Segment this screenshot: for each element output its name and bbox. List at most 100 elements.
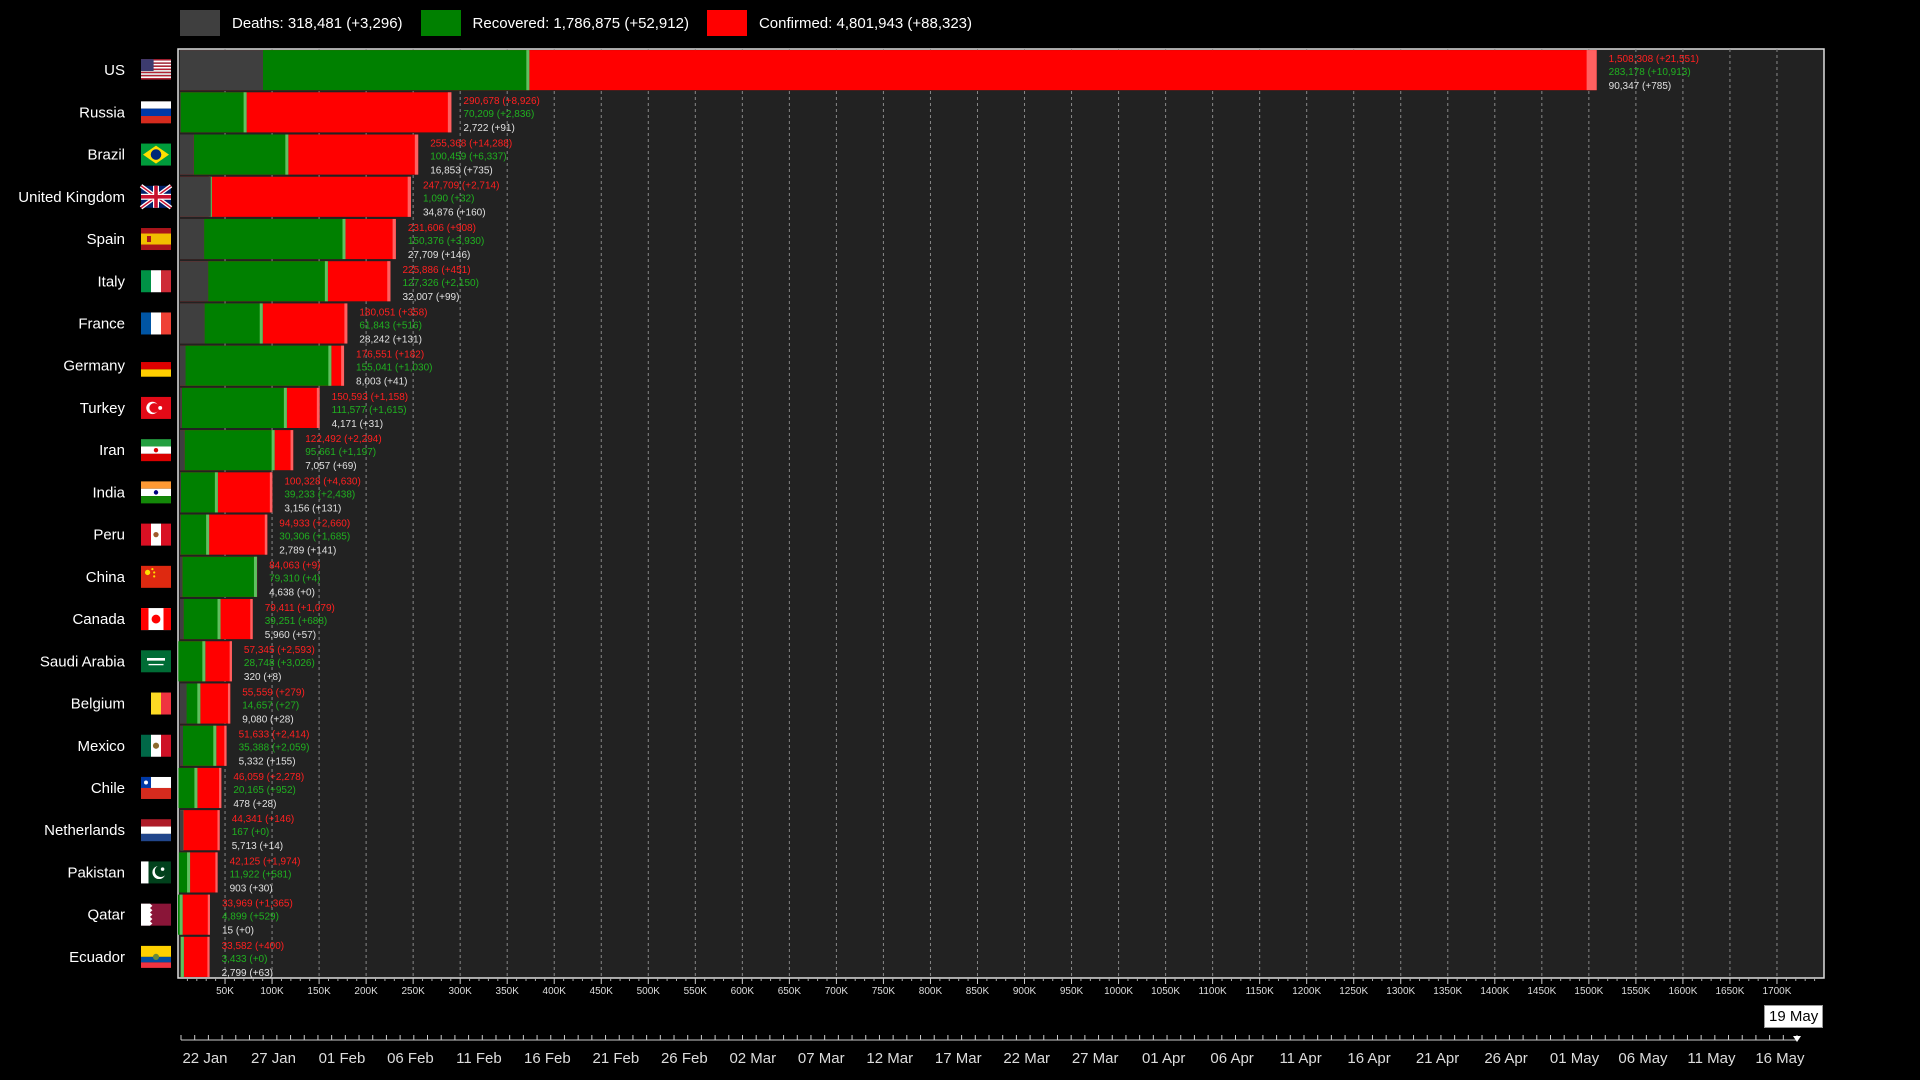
country-name: Spain	[87, 231, 125, 248]
xtick-label: 1500K	[1574, 986, 1603, 997]
flag-italy-icon	[141, 270, 171, 293]
flag-iran-icon	[141, 439, 171, 462]
xtick-label: 400K	[543, 986, 567, 997]
confirmed-bar-tip	[341, 345, 345, 386]
recovered-bar	[184, 430, 275, 471]
country-name: Brazil	[87, 147, 125, 164]
country-row-france: 180,051 (+358) 61,843 (+516) 28,242 (+131)…	[78, 303, 427, 345]
country-name: Mexico	[77, 738, 125, 755]
flag-part	[149, 403, 160, 413]
flag-chile-icon	[141, 776, 171, 799]
country-name: China	[86, 569, 126, 586]
recovered-value-label: 100,459 (+6,337)	[430, 151, 506, 162]
confirmed-bar-tip	[250, 599, 253, 640]
confirmed-bar-tip	[224, 725, 227, 766]
recovered-bar-tip	[217, 599, 221, 640]
country-row-peru: 94,933 (+2,660) 30,306 (+1,685) 2,789 (+14…	[93, 514, 350, 557]
confirmed-bar-tip	[1586, 50, 1597, 91]
confirmed-value-label: 57,345 (+2,593)	[244, 645, 315, 656]
xtick-label: 1050K	[1151, 986, 1180, 997]
flag-part	[141, 73, 171, 75]
deaths-bar	[180, 261, 209, 302]
recovered-value-label: 155,041 (+1,030)	[356, 363, 432, 374]
timeline-label: 16 Feb	[524, 1050, 571, 1067]
confirmed-bar-tip	[392, 218, 396, 260]
xtick-label: 1450K	[1527, 986, 1556, 997]
flag-us-icon	[141, 59, 171, 80]
timeline-label: 11 Apr	[1279, 1050, 1321, 1067]
deaths-bar	[180, 430, 185, 471]
timeline-label: 16 May	[1755, 1050, 1805, 1067]
deaths-value-label: 2,722 (+91)	[463, 123, 514, 134]
deaths-bar	[180, 599, 184, 640]
xtick-label: 650K	[778, 986, 802, 997]
recovered-bar	[180, 514, 210, 555]
confirmed-bar-tip	[387, 261, 391, 302]
timeline-label: 11 May	[1687, 1050, 1736, 1067]
flag-part	[141, 453, 171, 462]
flag-pakistan-icon	[141, 861, 171, 884]
flag-part	[141, 76, 171, 78]
flag-part	[141, 903, 150, 926]
xtick-label: 1650K	[1715, 986, 1744, 997]
timeline-label: 01 May	[1550, 1050, 1600, 1067]
country-row-turkey: 150,593 (+1,158) 111,577 (+1,615) 4,171 (+…	[80, 387, 408, 430]
flag-part	[141, 481, 171, 489]
flag-part	[141, 194, 171, 199]
country-row-belgium: 55,559 (+279) 14,657 (+27) 9,080 (+28) Belg…	[71, 683, 305, 725]
confirmed-bar-tip	[269, 472, 273, 513]
confirmed-value-label: 33,969 (+1,365)	[222, 899, 293, 910]
flag-part	[158, 405, 163, 410]
flag-part	[141, 312, 151, 335]
recovered-value-label: 11,922 (+581)	[230, 869, 292, 880]
country-row-spain: 231,606 (+908) 150,376 (+3,930) 27,709 (+1…	[87, 218, 484, 261]
timeline-label: 02 Mar	[729, 1050, 776, 1067]
recovered-bar-tip	[213, 725, 217, 766]
recovered-value-label: 35,388 (+2,059)	[239, 743, 310, 754]
confirmed-bar-tip	[207, 894, 210, 935]
flag-part	[141, 523, 151, 546]
confirmed-value-label: 290,678 (+8,926)	[463, 96, 539, 107]
flag-brazil-icon	[141, 143, 171, 166]
recovered-bar	[208, 261, 328, 302]
recovered-bar-tip	[283, 387, 287, 428]
recovered-bar-tip	[285, 134, 289, 175]
deaths-bar	[180, 134, 194, 175]
flag-mexico-icon	[141, 734, 171, 757]
recovered-value-label: 39,251 (+688)	[265, 616, 328, 627]
country-name: Canada	[72, 611, 125, 628]
country-name: Iran	[99, 442, 125, 459]
confirmed-value-label: 55,559 (+279)	[242, 687, 305, 698]
flag-india-icon	[141, 481, 171, 504]
recovered-value-label: 28,748 (+3,026)	[244, 658, 315, 669]
deaths-value-label: 16,853 (+735)	[430, 165, 493, 176]
flag-part	[141, 608, 149, 631]
deaths-value-label: 320 (+8)	[244, 672, 282, 683]
deaths-value-label: 15 (+0)	[222, 926, 254, 937]
recovered-bar-tip	[243, 92, 247, 133]
flag-part	[141, 439, 171, 447]
deaths-bar	[180, 556, 183, 597]
deaths-value-label: 5,713 (+14)	[232, 841, 283, 852]
flag-netherlands-icon	[141, 819, 171, 842]
confirmed-value-label: 247,709 (+2,714)	[423, 181, 499, 192]
xtick-label: 250K	[401, 986, 425, 997]
flag-part	[163, 608, 171, 631]
flag-canada-icon	[141, 608, 171, 631]
flag-part	[141, 787, 171, 799]
flag-part	[141, 826, 171, 834]
recovered-value-label: 127,326 (+2,150)	[402, 278, 478, 289]
deaths-bar	[180, 725, 184, 766]
country-name: United Kingdom	[18, 189, 125, 206]
flag-belgium-icon	[141, 692, 171, 715]
xtick-label: 1700K	[1763, 986, 1792, 997]
deaths-bar	[180, 176, 211, 217]
country-row-germany: 176,551 (+182) 155,041 (+1,030) 8,003 (+41…	[63, 345, 433, 388]
xtick-label: 500K	[637, 986, 661, 997]
confirmed-value-label: 225,886 (+451)	[402, 265, 470, 276]
flag-part	[141, 369, 171, 377]
country-row-uk: 247,709 (+2,714) 1,090 (+32) 34,876 (+160)…	[18, 176, 499, 219]
xtick-label: 150K	[307, 986, 331, 997]
country-name: Russia	[79, 104, 126, 121]
flag-part	[141, 101, 171, 109]
